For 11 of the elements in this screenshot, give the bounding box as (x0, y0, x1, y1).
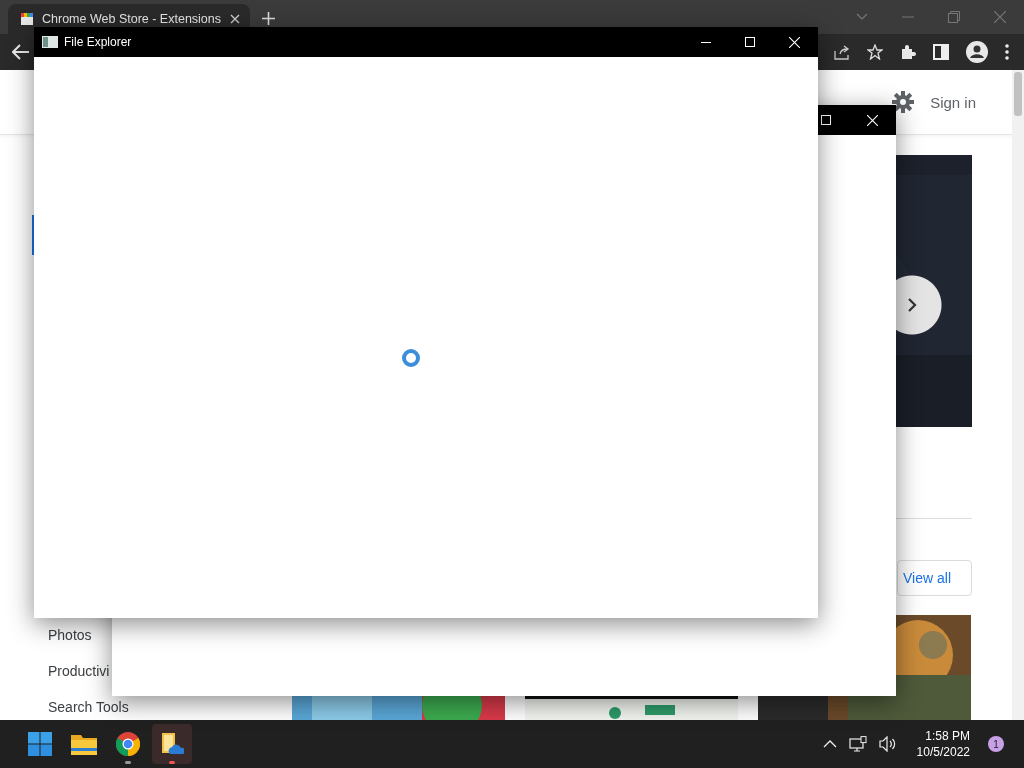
sidebar-item[interactable]: Photos (48, 625, 92, 645)
view-all-button[interactable]: View all (897, 560, 972, 596)
window-title: File Explorer (64, 35, 132, 49)
time-text: 1:58 PM (925, 728, 970, 744)
tab-title: Chrome Web Store - Extensions (42, 12, 222, 26)
sign-in-link[interactable]: Sign in (930, 93, 976, 111)
sidebar-item[interactable]: Productivi (48, 661, 110, 681)
date-text: 10/5/2022 (916, 744, 970, 760)
notification-badge[interactable]: 1 (988, 736, 1004, 752)
sidebar-item[interactable]: Search Tools (48, 697, 129, 717)
clock[interactable]: 1:58 PM 10/5/2022 (916, 728, 970, 760)
